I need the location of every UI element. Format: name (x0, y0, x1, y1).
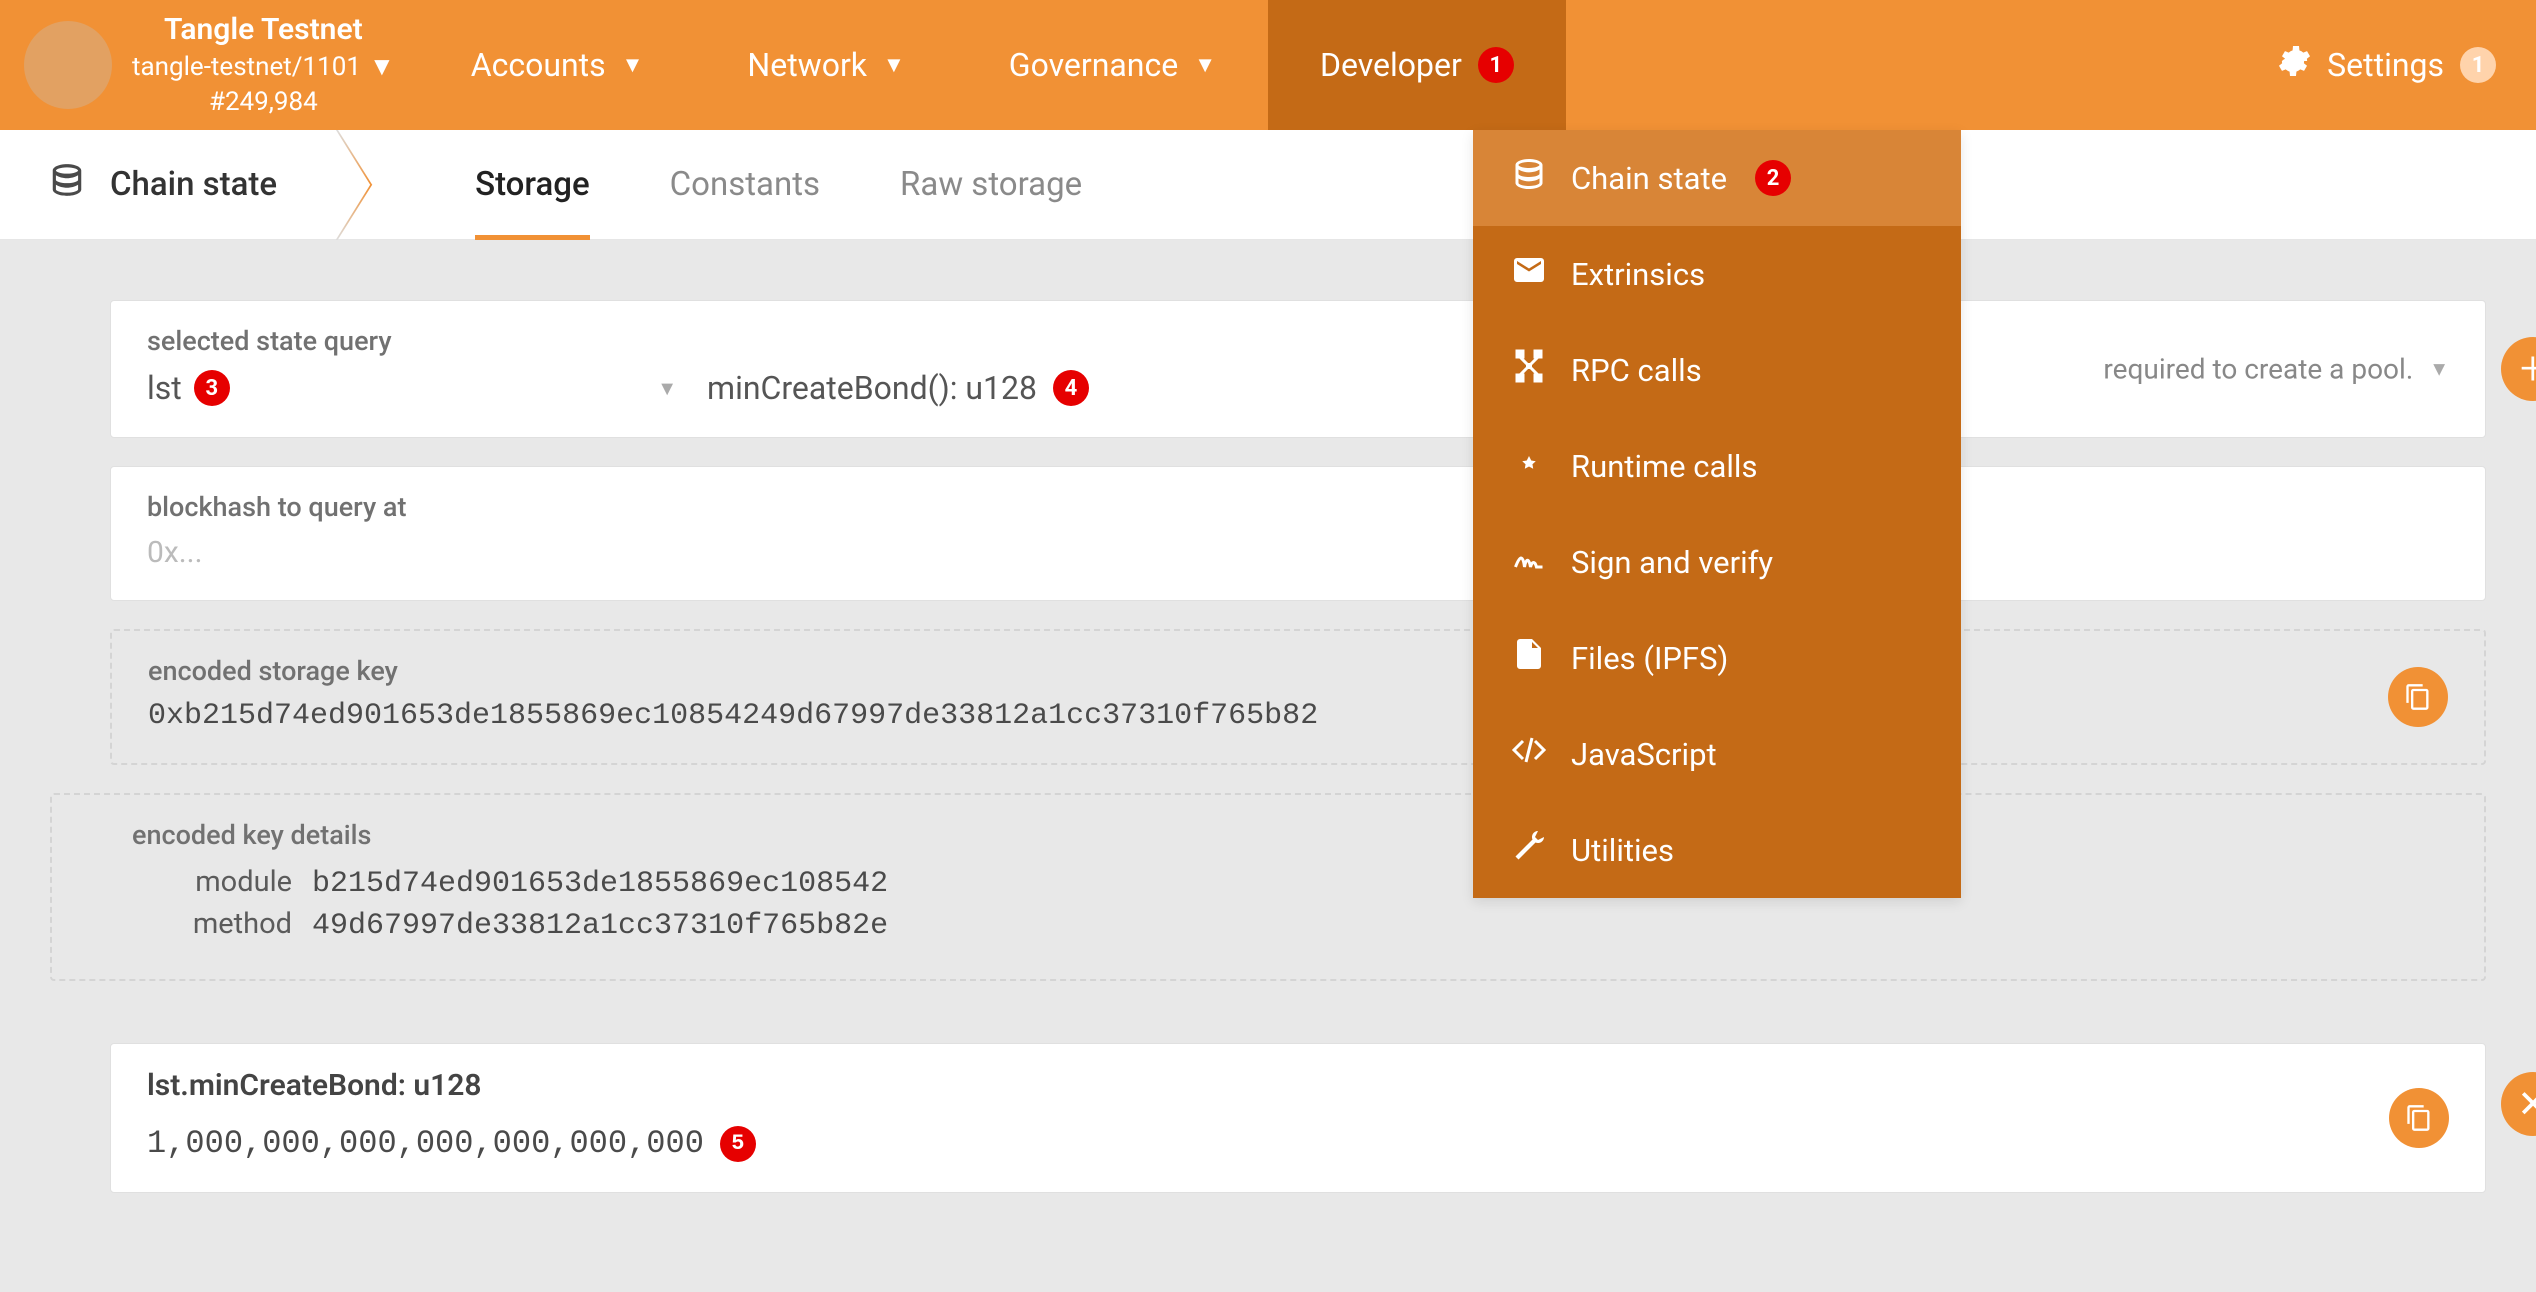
dropdown-item-runtime[interactable]: Runtime calls (1473, 418, 1961, 514)
annotation-badge-2: 2 (1755, 160, 1791, 196)
encoded-key-label: encoded storage key (148, 655, 2364, 687)
annotation-badge-4: 4 (1053, 370, 1089, 406)
dropdown-item-javascript[interactable]: JavaScript (1473, 706, 1961, 802)
content-area: selected state query lst 3 ▼ minCreateBo… (0, 240, 2536, 1193)
state-query-card: selected state query lst 3 ▼ minCreateBo… (110, 300, 2486, 438)
detail-module-label: module (132, 865, 292, 899)
encoded-key-card: encoded storage key 0xb215d74ed901653de1… (110, 629, 2486, 765)
encoded-details-label: encoded key details (132, 819, 2448, 851)
tab-raw-storage[interactable]: Raw storage (900, 130, 1082, 239)
dropdown-item-utilities[interactable]: Utilities (1473, 802, 1961, 898)
chevron-down-icon: ▼ (1194, 52, 1216, 78)
detail-method-label: method (132, 907, 292, 941)
chevron-down-icon: ▼ (657, 376, 677, 401)
network-name: Tangle Testnet (132, 10, 395, 51)
nav-governance[interactable]: Governance ▼ (957, 0, 1268, 130)
execute-query-button[interactable]: + (2501, 337, 2536, 401)
detail-module-value: b215d74ed901653de1855869ec108542 (312, 867, 888, 901)
module-select[interactable]: lst 3 ▼ (147, 369, 677, 407)
chevron-down-icon: ▼ (369, 50, 395, 85)
database-icon (48, 161, 86, 208)
page-title: Chain state (110, 165, 277, 204)
developer-dropdown: Chain state 2 Extrinsics RPC calls Runti… (1473, 130, 1961, 898)
tray-icon (1511, 252, 1547, 296)
tab-constants[interactable]: Constants (670, 130, 820, 239)
method-description: required to create a pool. ▼ (2103, 353, 2449, 386)
remove-result-button[interactable]: ✕ (2501, 1072, 2536, 1136)
chevron-down-icon: ▼ (883, 52, 905, 78)
file-icon (1511, 636, 1547, 680)
breadcrumb: Chain state (0, 130, 325, 239)
nav-settings[interactable]: Settings 1 (2235, 0, 2536, 130)
blockhash-label: blockhash to query at (147, 491, 2449, 523)
runtime-icon (1511, 444, 1547, 488)
dropdown-item-files[interactable]: Files (IPFS) (1473, 610, 1961, 706)
settings-badge: 1 (2460, 47, 2496, 83)
encoded-details-card: encoded key details module b215d74ed9016… (50, 793, 2486, 981)
blockhash-input[interactable]: 0x... (147, 535, 2449, 570)
nav-network[interactable]: Network ▼ (695, 0, 956, 130)
annotation-badge-1: 1 (1478, 47, 1514, 83)
top-navigation-bar: Tangle Testnet tangle-testnet/1101 ▼ #24… (0, 0, 2536, 130)
result-card: lst.minCreateBond: u128 1,000,000,000,00… (110, 1043, 2486, 1193)
database-icon (1511, 156, 1547, 200)
wrench-icon (1511, 828, 1547, 872)
chevron-down-icon: ▼ (2429, 357, 2449, 382)
network-sub: tangle-testnet/1101 ▼ (132, 50, 395, 85)
network-logo (24, 21, 112, 109)
copy-result-button[interactable] (2389, 1088, 2449, 1148)
sub-navigation: Chain state Storage Constants Raw storag… (0, 130, 2536, 240)
breadcrumb-arrow (325, 130, 385, 239)
dropdown-item-chain-state[interactable]: Chain state 2 (1473, 130, 1961, 226)
signature-icon (1511, 540, 1547, 584)
copy-encoded-key-button[interactable] (2388, 667, 2448, 727)
result-title: lst.minCreateBond: u128 (147, 1068, 2365, 1103)
annotation-badge-5: 5 (720, 1126, 756, 1162)
gear-icon (2275, 43, 2311, 87)
dropdown-item-rpc[interactable]: RPC calls (1473, 322, 1961, 418)
dropdown-item-extrinsics[interactable]: Extrinsics (1473, 226, 1961, 322)
tab-storage[interactable]: Storage (475, 130, 590, 239)
code-icon (1511, 732, 1547, 776)
blockhash-card: blockhash to query at 0x... (110, 466, 2486, 601)
network-selector[interactable]: Tangle Testnet tangle-testnet/1101 ▼ #24… (0, 0, 419, 130)
network-icon (1511, 348, 1547, 392)
result-value: 1,000,000,000,000,000,000,000 (147, 1125, 704, 1162)
network-info: Tangle Testnet tangle-testnet/1101 ▼ #24… (132, 10, 395, 121)
network-block-number: #249,984 (132, 85, 395, 120)
nav-developer[interactable]: Developer 1 (1268, 0, 1566, 130)
dropdown-item-sign[interactable]: Sign and verify (1473, 514, 1961, 610)
nav-accounts[interactable]: Accounts ▼ (419, 0, 696, 130)
annotation-badge-3: 3 (194, 370, 230, 406)
detail-method-value: 49d67997de33812a1cc37310f765b82e (312, 909, 888, 943)
chevron-down-icon: ▼ (622, 52, 644, 78)
encoded-key-value: 0xb215d74ed901653de1855869ec10854249d679… (148, 699, 2364, 733)
